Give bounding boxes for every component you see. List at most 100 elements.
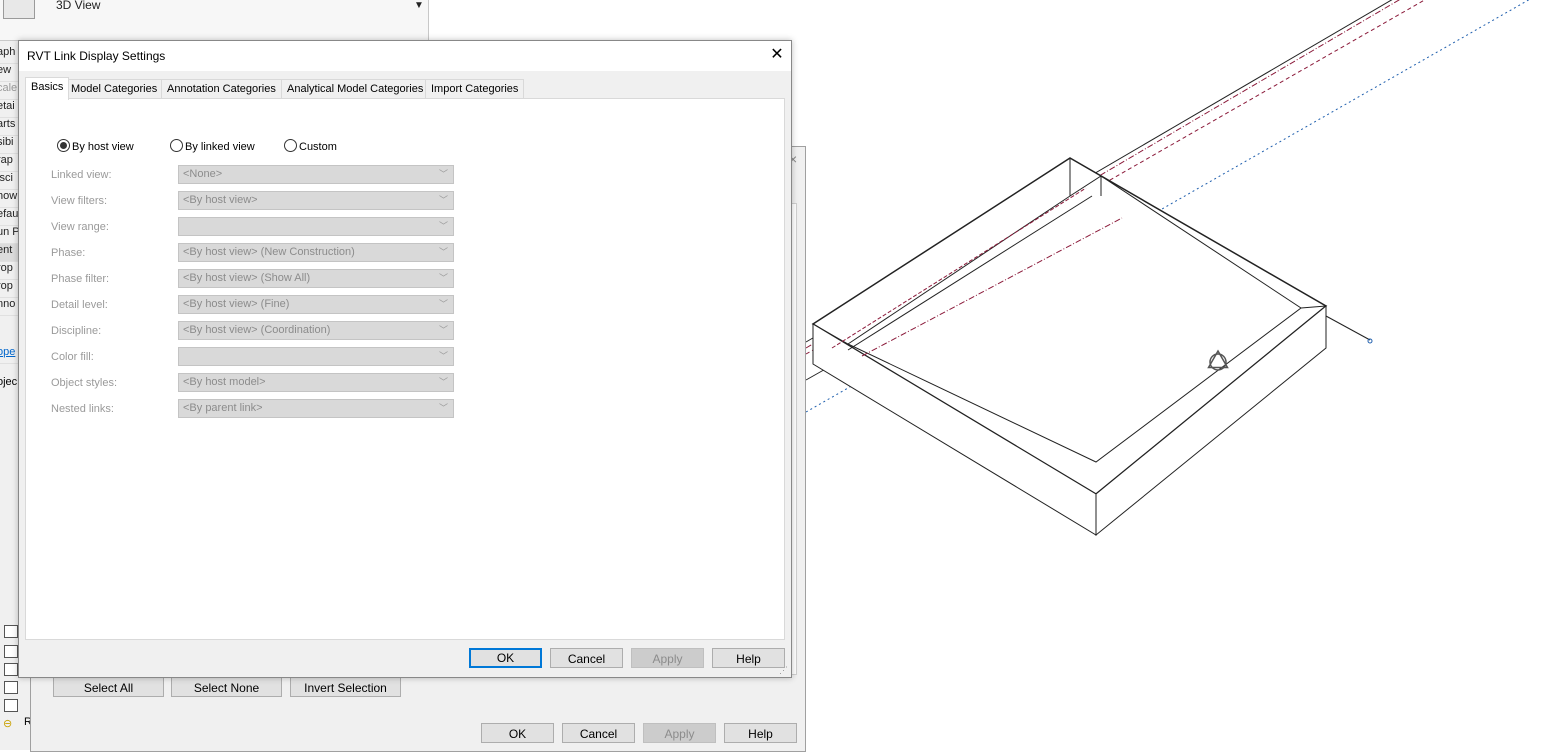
sheet-icon bbox=[4, 663, 18, 676]
dialog-title: RVT Link Display Settings bbox=[27, 49, 166, 63]
view-range-label: View range: bbox=[51, 221, 109, 233]
radio-by-host-view[interactable]: By host view bbox=[57, 139, 134, 153]
3d-view-icon bbox=[3, 0, 35, 19]
detail-level-label: Detail level: bbox=[51, 299, 108, 311]
invert-selection-button[interactable]: Invert Selection bbox=[290, 677, 401, 697]
view-filters-label: View filters: bbox=[51, 195, 108, 207]
property-label: isci bbox=[0, 172, 18, 190]
combo-value: <None> bbox=[183, 168, 223, 180]
tab-basics[interactable]: Basics bbox=[25, 77, 70, 100]
property-label: aph bbox=[0, 46, 18, 64]
cancel-button[interactable]: Cancel bbox=[550, 648, 623, 668]
tab-analytical-model-categories[interactable]: Analytical Model Categories bbox=[281, 79, 430, 99]
vg-ok-button[interactable]: OK bbox=[481, 723, 554, 743]
tab-annotation-categories[interactable]: Annotation Categories bbox=[161, 79, 282, 99]
properties-help-link[interactable]: ope bbox=[0, 346, 18, 364]
chevron-down-icon: ﹀ bbox=[438, 403, 448, 413]
radio-label: By linked view bbox=[185, 141, 255, 153]
vg-apply-button[interactable]: Apply bbox=[643, 723, 716, 743]
dropdown-arrow-icon[interactable]: ▼ bbox=[414, 0, 424, 11]
radio-unselected-icon bbox=[284, 139, 297, 152]
combo-value: <By host view> bbox=[183, 194, 258, 206]
radio-label: By host view bbox=[72, 141, 134, 153]
combo-value: <By host view> (Fine) bbox=[183, 298, 290, 310]
group-icon bbox=[4, 699, 18, 712]
property-label: sibi bbox=[0, 136, 18, 154]
property-label: cale bbox=[0, 82, 18, 100]
combo-value: <By parent link> bbox=[183, 402, 263, 414]
chevron-down-icon: ﹀ bbox=[438, 351, 448, 361]
property-label: rap bbox=[0, 154, 18, 172]
view-filters-select[interactable]: <By host view> ﹀ bbox=[178, 191, 454, 210]
detail-level-select[interactable]: <By host view> (Fine) ﹀ bbox=[178, 295, 454, 314]
3d-viewport[interactable] bbox=[792, 0, 1548, 600]
chevron-down-icon: ﹀ bbox=[438, 377, 448, 387]
dialog-titlebar[interactable]: RVT Link Display Settings ✕ bbox=[19, 41, 791, 71]
combo-value: <By host view> (New Construction) bbox=[183, 246, 355, 258]
phase-label: Phase: bbox=[51, 247, 86, 259]
linked-view-select[interactable]: <None> ﹀ bbox=[178, 165, 454, 184]
type-selector-label: 3D View bbox=[56, 0, 101, 12]
vg-cancel-button[interactable]: Cancel bbox=[562, 723, 635, 743]
vg-help-button[interactable]: Help bbox=[724, 723, 797, 743]
radio-by-linked-view[interactable]: By linked view bbox=[170, 139, 255, 153]
type-selector[interactable]: 3D View ▼ bbox=[0, 0, 428, 41]
ok-button[interactable]: OK bbox=[469, 648, 542, 668]
radio-custom[interactable]: Custom bbox=[284, 139, 337, 153]
leader-line bbox=[1325, 315, 1371, 341]
combo-value: <By host model> bbox=[183, 376, 266, 388]
close-icon[interactable]: ✕ bbox=[767, 46, 787, 66]
display-mode-radio-group: By host view By linked view Custom bbox=[57, 139, 377, 153]
property-label: efau bbox=[0, 208, 18, 226]
revit-link-icon: ⊖ bbox=[3, 718, 13, 730]
radio-unselected-icon bbox=[170, 139, 183, 152]
property-label: nno bbox=[0, 298, 18, 316]
apply-button[interactable]: Apply bbox=[631, 648, 704, 668]
linked-view-label: Linked view: bbox=[51, 169, 112, 181]
chevron-down-icon: ﹀ bbox=[438, 221, 448, 231]
table-icon bbox=[4, 645, 18, 658]
chevron-down-icon: ﹀ bbox=[438, 247, 448, 257]
select-none-button[interactable]: Select None bbox=[171, 677, 282, 697]
phase-select[interactable]: <By host view> (New Construction) ﹀ bbox=[178, 243, 454, 262]
rvt-link-display-settings-dialog: RVT Link Display Settings ✕ Basics Model… bbox=[18, 40, 792, 678]
chevron-down-icon: ﹀ bbox=[438, 299, 448, 309]
chevron-down-icon: ﹀ bbox=[438, 195, 448, 205]
property-label: ew bbox=[0, 64, 18, 82]
chevron-down-icon: ﹀ bbox=[438, 169, 448, 179]
tab-model-categories[interactable]: Model Categories bbox=[65, 79, 164, 99]
property-label: rop bbox=[0, 280, 18, 298]
box-top bbox=[811, 157, 1328, 495]
family-icon bbox=[4, 681, 18, 694]
property-label: how bbox=[0, 190, 18, 208]
basics-tab-page: By host view By linked view Custom Linke… bbox=[25, 98, 785, 640]
view-range-select[interactable]: ﹀ bbox=[178, 217, 454, 236]
object-styles-label: Object styles: bbox=[51, 377, 118, 389]
color-fill-label: Color fill: bbox=[51, 351, 94, 363]
color-fill-select[interactable]: ﹀ bbox=[178, 347, 454, 366]
property-label: un P bbox=[0, 226, 18, 244]
chevron-down-icon: ﹀ bbox=[438, 273, 448, 283]
help-button[interactable]: Help bbox=[712, 648, 785, 668]
schedule-icon bbox=[4, 625, 18, 638]
property-label: ent bbox=[0, 244, 18, 262]
chevron-down-icon: ﹀ bbox=[438, 325, 448, 335]
property-label: arts bbox=[0, 118, 18, 136]
discipline-label: Discipline: bbox=[51, 325, 102, 337]
property-label: rop bbox=[0, 262, 18, 280]
radio-selected-icon bbox=[57, 139, 70, 152]
combo-value: <By host view> (Coordination) bbox=[183, 324, 331, 336]
tab-import-categories[interactable]: Import Categories bbox=[425, 79, 525, 99]
select-all-button[interactable]: Select All bbox=[53, 677, 164, 697]
nested-links-select[interactable]: <By parent link> ﹀ bbox=[178, 399, 454, 418]
project-browser-label: ojec bbox=[0, 376, 18, 388]
combo-value: <By host view> (Show All) bbox=[183, 272, 311, 284]
property-label: etai bbox=[0, 100, 18, 118]
phase-filter-select[interactable]: <By host view> (Show All) ﹀ bbox=[178, 269, 454, 288]
discipline-select[interactable]: <By host view> (Coordination) ﹀ bbox=[178, 321, 454, 340]
radio-label: Custom bbox=[299, 141, 337, 153]
resize-grip-icon[interactable]: ⋰ bbox=[779, 665, 788, 676]
phase-filter-label: Phase filter: bbox=[51, 273, 110, 285]
nested-links-label: Nested links: bbox=[51, 403, 114, 415]
object-styles-select[interactable]: <By host model> ﹀ bbox=[178, 373, 454, 392]
